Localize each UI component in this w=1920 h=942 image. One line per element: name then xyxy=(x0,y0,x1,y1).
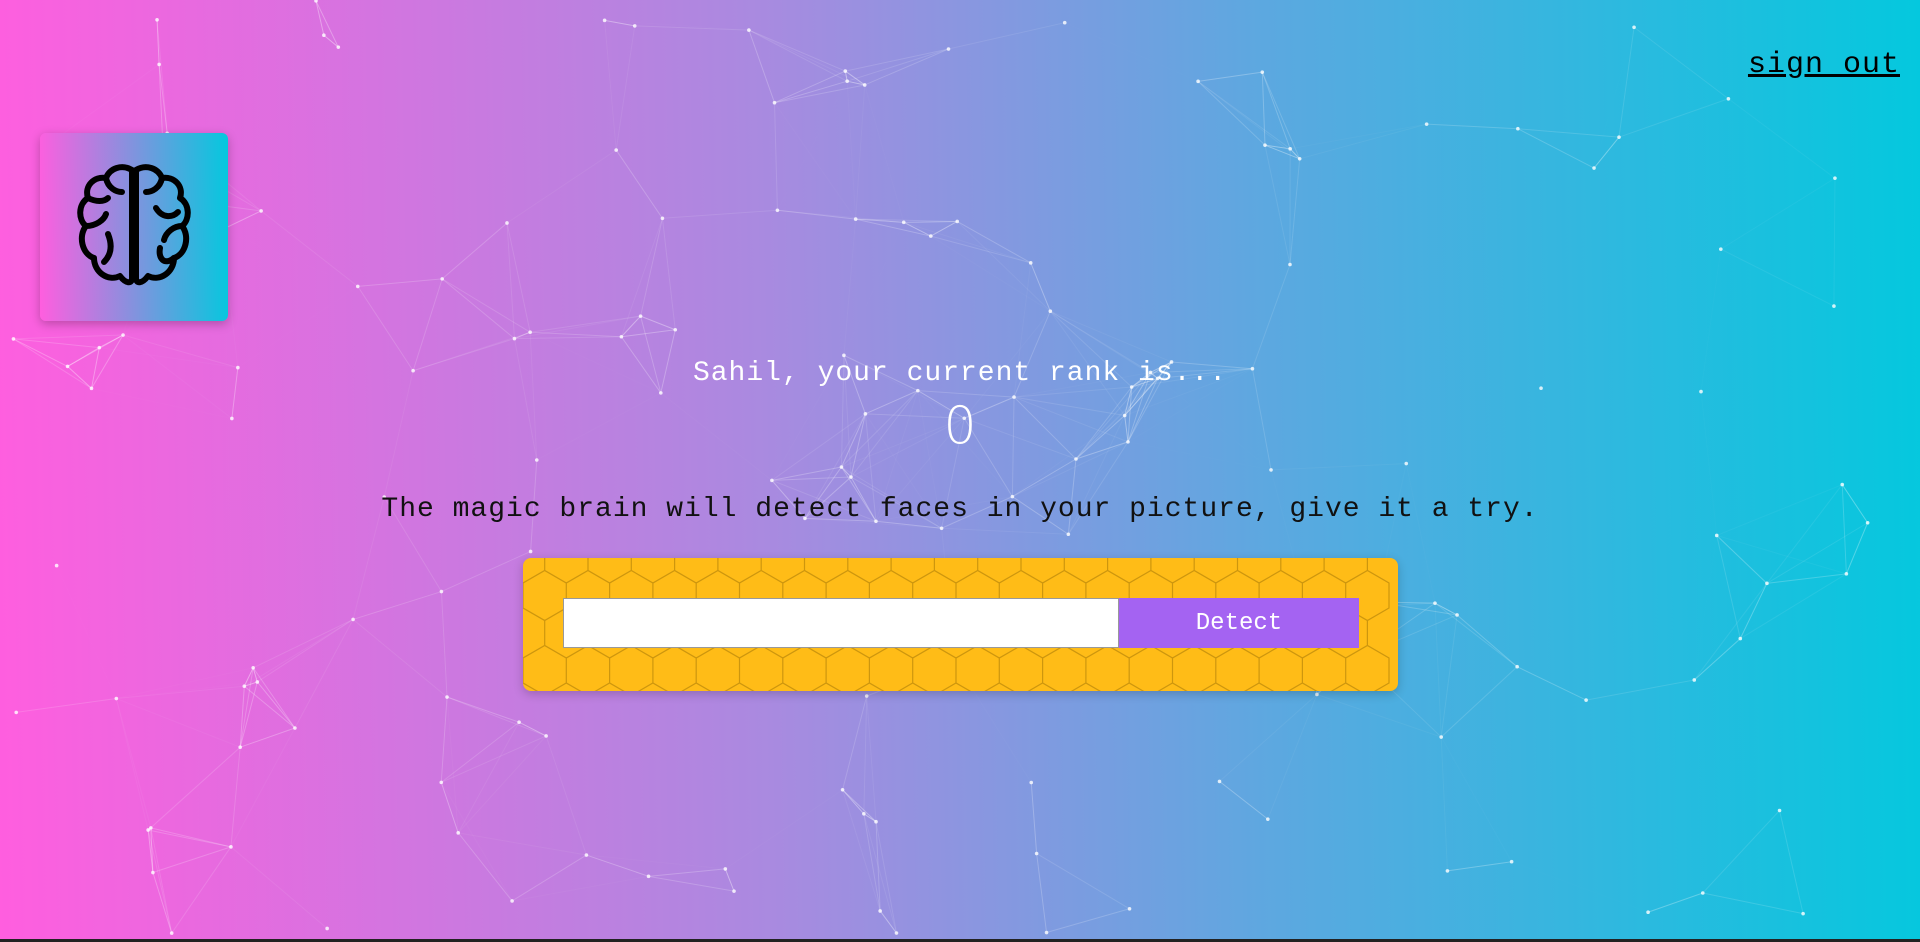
image-url-form: Detect xyxy=(523,558,1398,691)
detect-button[interactable]: Detect xyxy=(1119,598,1359,648)
brain-icon xyxy=(77,164,191,286)
image-url-input[interactable] xyxy=(563,598,1119,648)
intro-text: The magic brain will detect faces in you… xyxy=(381,494,1539,525)
rank-message: Sahil, your current rank is... xyxy=(692,358,1228,389)
particle-network-background xyxy=(11,0,1870,935)
rank-value: 0 xyxy=(943,396,977,456)
logo xyxy=(40,133,228,321)
sign-out-link[interactable]: sign out xyxy=(1748,48,1900,82)
